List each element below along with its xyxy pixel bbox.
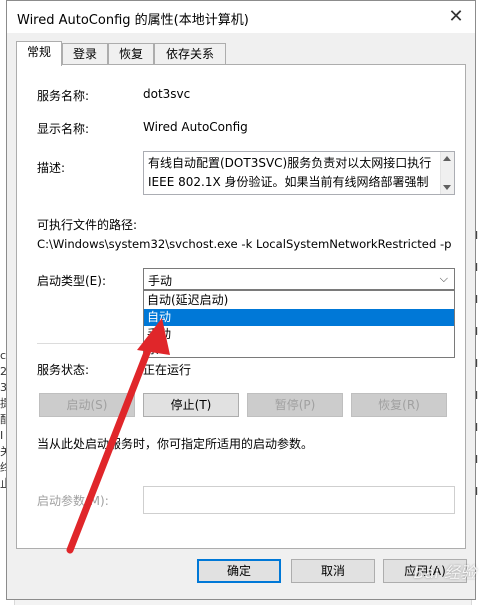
- service-status-label: 服务状态:: [37, 363, 90, 377]
- service-status-value: 正在运行: [143, 363, 192, 377]
- chevron-down-icon[interactable]: ⌵: [440, 272, 448, 286]
- title-bar[interactable]: Wired AutoConfig 的属性(本地计算机) ✕: [7, 1, 475, 33]
- window-title: Wired AutoConfig 的属性(本地计算机): [17, 13, 249, 28]
- start-params-label: 启动参数(M):: [37, 494, 109, 508]
- startup-type-label: 启动类型(E):: [37, 274, 106, 288]
- startup-option-auto-delayed[interactable]: 自动(延迟启动): [144, 292, 454, 309]
- display-name-value: Wired AutoConfig: [143, 120, 248, 134]
- service-name-value: dot3svc: [143, 87, 191, 101]
- tab-recovery[interactable]: 恢复: [108, 43, 154, 64]
- display-name-label: 显示名称:: [37, 122, 90, 136]
- start-button[interactable]: 启动(S): [39, 393, 135, 417]
- tab-logon[interactable]: 登录: [62, 43, 108, 64]
- startup-type-value: 手动: [148, 274, 173, 288]
- startup-type-select[interactable]: 手动 ⌵: [143, 268, 455, 290]
- service-name-label: 服务名称:: [37, 89, 90, 103]
- stop-button[interactable]: 停止(T): [143, 393, 239, 417]
- start-params-input[interactable]: [143, 486, 455, 514]
- description-label: 描述:: [37, 161, 66, 175]
- scroll-down-icon[interactable]: [443, 185, 451, 190]
- startup-option-auto[interactable]: 自动: [144, 309, 454, 326]
- description-scrollbar[interactable]: [440, 152, 454, 194]
- ok-button[interactable]: 确定: [197, 559, 281, 583]
- startup-type-dropdown: 自动(延迟启动) 自动 手动 禁: [143, 290, 455, 358]
- startup-option-disabled[interactable]: 禁: [144, 341, 454, 358]
- tab-dependencies[interactable]: 依存关系: [154, 43, 226, 64]
- bg-fragment: I: [0, 429, 4, 442]
- watermark: Bai 经验: [413, 563, 476, 582]
- pause-button[interactable]: 暂停(P): [247, 393, 343, 417]
- description-text: 有线自动配置(DOT3SVC)服务负责对以太网接口执行 IEEE 802.1X …: [148, 156, 432, 189]
- service-properties-dialog: Wired AutoConfig 的属性(本地计算机) ✕ 常规 登录 恢复 依…: [6, 0, 476, 600]
- start-params-hint: 当从此处启动服务时，你可指定所适用的启动参数。: [37, 437, 314, 451]
- general-panel: 服务名称: dot3svc 显示名称: Wired AutoConfig 描述:…: [16, 64, 466, 549]
- cancel-button[interactable]: 取消: [291, 559, 375, 583]
- resume-button[interactable]: 恢复(R): [351, 393, 447, 417]
- description-box[interactable]: 有线自动配置(DOT3SVC)服务负责对以太网接口执行 IEEE 802.1X …: [143, 151, 455, 195]
- tab-general[interactable]: 常规: [16, 41, 62, 66]
- exe-path-label: 可执行文件的路径:: [37, 218, 138, 232]
- scroll-up-icon[interactable]: [443, 156, 451, 161]
- exe-path-value: C:\Windows\system32\svchost.exe -k Local…: [37, 237, 452, 251]
- close-icon[interactable]: ✕: [443, 5, 469, 29]
